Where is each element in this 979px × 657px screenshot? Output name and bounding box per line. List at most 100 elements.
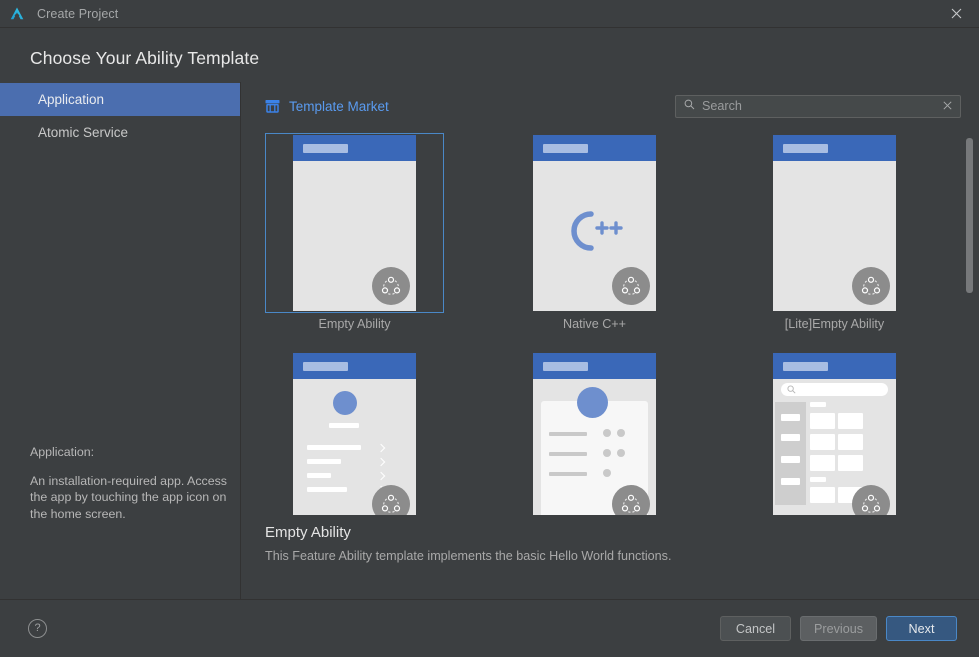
template-thumbnail-profile-card (533, 353, 656, 515)
thumb-title-pill (543, 361, 588, 371)
template-panel: Template Market Search Empty Ability Nat… (241, 82, 979, 599)
next-button[interactable]: Next (886, 616, 957, 641)
mock-tile (838, 434, 863, 450)
mock-dot (603, 469, 611, 477)
mock-bar (549, 432, 587, 436)
cancel-button[interactable]: Cancel (720, 616, 791, 641)
mock-avatar (333, 391, 357, 415)
template-card[interactable]: [Lite]Empty Ability (745, 133, 924, 331)
template-market-link[interactable]: Template Market (265, 99, 389, 114)
close-icon[interactable] (933, 0, 979, 27)
thumb-header (293, 135, 416, 161)
mock-tile (810, 455, 835, 471)
dialog-body: Choose Your Ability Template Application… (0, 28, 979, 599)
template-thumb-frame[interactable] (505, 351, 684, 515)
template-thumb-frame[interactable] (265, 133, 444, 313)
selected-template-description: Empty Ability This Feature Ability templ… (241, 515, 979, 599)
sidebar: Application Atomic Service Application: … (0, 82, 241, 599)
mock-tile (838, 455, 863, 471)
page-title: Choose Your Ability Template (30, 48, 260, 68)
help-icon[interactable]: ? (28, 619, 47, 638)
sidebar-list: Application Atomic Service (0, 82, 240, 149)
close-glyph (951, 8, 961, 19)
template-thumb-frame[interactable] (745, 133, 924, 313)
previous-button[interactable]: Previous (800, 616, 877, 641)
template-name: [Lite]Empty Ability (784, 317, 885, 331)
mock-bar (549, 472, 587, 476)
help-icon-label: ? (34, 622, 41, 634)
selected-template-text: This Feature Ability template implements… (265, 549, 672, 563)
search-clear-icon[interactable] (942, 100, 953, 112)
template-thumb-frame[interactable] (505, 133, 684, 313)
template-grid-scroll[interactable]: Empty Ability Native C++ [Lite]Empty Abi… (241, 130, 979, 515)
mock-section-label (810, 402, 826, 407)
mock-tile (810, 434, 835, 450)
template-card[interactable]: Native C++ (505, 133, 684, 331)
mock-sidebar-item (781, 478, 800, 485)
template-thumbnail-catalog-grid (773, 353, 896, 515)
template-thumbnail-profile-list (293, 353, 416, 515)
template-market-row: Template Market Search (241, 82, 979, 130)
template-market-label: Template Market (289, 98, 389, 114)
footer-buttons: Cancel Previous Next (720, 616, 957, 641)
template-thumbnail-blank (773, 135, 896, 311)
template-thumbnail-blank (293, 135, 416, 311)
sidebar-item-atomic-service[interactable]: Atomic Service (0, 116, 240, 149)
clear-glyph (943, 101, 952, 110)
sidebar-item-label: Application (38, 92, 105, 107)
thumb-header (533, 353, 656, 379)
mock-dot (603, 429, 611, 437)
mock-bar (307, 487, 347, 492)
distributed-icon (612, 267, 650, 305)
chevron-right-icon (376, 471, 386, 481)
template-grid: Empty Ability Native C++ [Lite]Empty Abi… (265, 130, 979, 515)
template-thumb-frame[interactable] (265, 351, 444, 515)
template-card[interactable]: Empty Ability (265, 133, 444, 331)
mock-dot (617, 449, 625, 457)
scrollbar-thumb[interactable] (966, 138, 973, 293)
mock-section-label (810, 477, 826, 482)
thumb-title-pill (543, 143, 588, 153)
distributed-icon (372, 267, 410, 305)
mock-search-bar (781, 383, 888, 396)
distributed-icon (852, 267, 890, 305)
sidebar-description-body: An installation-required app. Access the… (30, 473, 227, 521)
template-card[interactable] (745, 351, 924, 515)
thumb-title-pill (303, 143, 348, 153)
sidebar-item-application[interactable]: Application (0, 83, 240, 116)
mock-bar (307, 445, 361, 450)
thumb-title-pill (783, 361, 828, 371)
distributed-icon (852, 485, 890, 515)
thumb-header (293, 353, 416, 379)
thumb-header (773, 353, 896, 379)
chevron-right-icon (376, 443, 386, 453)
template-thumbnail-cpp (533, 135, 656, 311)
template-grid-scrollbar[interactable] (966, 130, 973, 515)
mock-avatar (577, 387, 608, 418)
mock-tile (810, 413, 835, 429)
template-card[interactable] (505, 351, 684, 515)
mock-bar (329, 423, 359, 428)
mock-dot (617, 429, 625, 437)
mock-tile (838, 413, 863, 429)
sidebar-description-heading: Application: (30, 445, 95, 459)
search-input[interactable]: Search (675, 94, 961, 118)
sidebar-item-label: Atomic Service (38, 125, 129, 140)
template-card[interactable] (265, 351, 444, 515)
mock-sidebar-item (781, 414, 800, 421)
search-icon (787, 385, 796, 394)
distributed-icon (372, 485, 410, 515)
dialog-footer: ? Cancel Previous Next (0, 599, 979, 657)
window-title: Create Project (37, 6, 119, 21)
create-project-dialog: Create Project Choose Your Ability Templ… (0, 0, 979, 657)
selected-template-title: Empty Ability (265, 524, 351, 541)
template-name: Empty Ability (318, 317, 391, 331)
template-thumb-frame[interactable] (745, 351, 924, 515)
template-name: Native C++ (563, 317, 626, 331)
chevron-right-icon (376, 457, 386, 467)
thumb-title-pill (303, 361, 348, 371)
thumb-header (533, 135, 656, 161)
content-area: Application Atomic Service Application: … (0, 82, 979, 599)
deveco-logo-icon (8, 5, 26, 23)
